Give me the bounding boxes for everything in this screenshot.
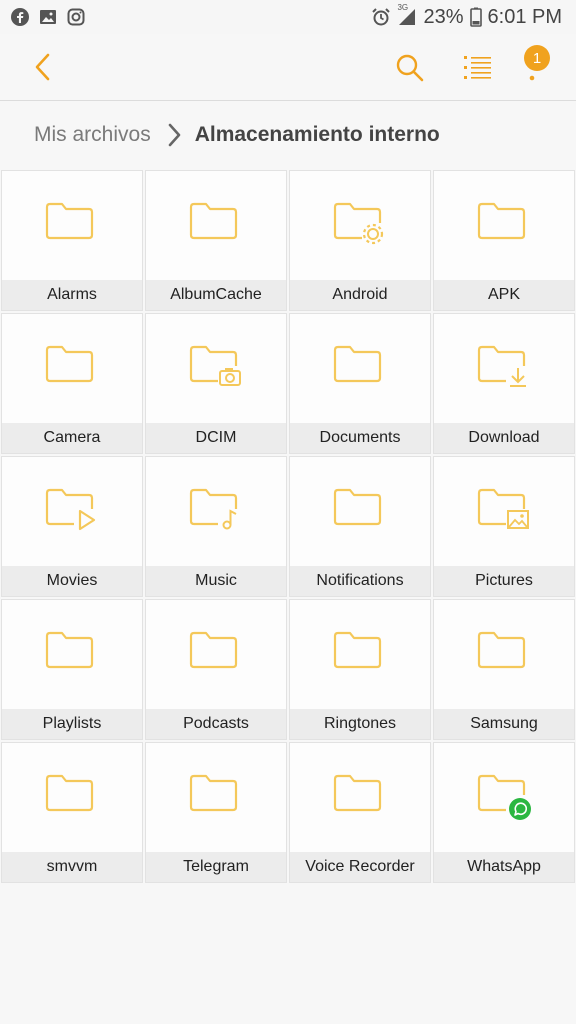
folder-camera-icon: [146, 342, 286, 390]
folder-icon: [146, 771, 286, 819]
chevron-right-icon: [167, 123, 181, 147]
folder-label: Voice Recorder: [290, 852, 430, 882]
folder-tile-notifications[interactable]: Notifications: [289, 456, 431, 597]
folder-icon: [290, 342, 430, 390]
folder-image-icon: [434, 485, 574, 533]
gallery-icon: [40, 10, 56, 24]
status-bar: 3G 23% 6:01 PM: [0, 0, 576, 34]
folder-tile-android[interactable]: Android: [289, 170, 431, 311]
breadcrumb-current: Almacenamiento interno: [194, 123, 440, 146]
folder-tile-albumcache[interactable]: AlbumCache: [145, 170, 287, 311]
folder-tile-voice-recorder[interactable]: Voice Recorder: [289, 742, 431, 883]
folder-icon: [2, 771, 142, 819]
folder-label: Camera: [2, 423, 142, 453]
folder-tile-podcasts[interactable]: Podcasts: [145, 599, 287, 740]
folder-icon: [434, 628, 574, 676]
folder-icon: [434, 199, 574, 247]
folder-icon: [290, 628, 430, 676]
folder-label: Notifications: [290, 566, 430, 596]
folder-label: Samsung: [434, 709, 574, 739]
folder-whatsapp-icon: [434, 771, 574, 820]
folder-label: Telegram: [146, 852, 286, 882]
folder-icon: [146, 628, 286, 676]
breadcrumb-root[interactable]: Mis archivos: [34, 123, 151, 147]
battery-percent: 23%: [423, 5, 464, 28]
status-system-info: 3G 23% 6:01 PM: [371, 3, 562, 29]
clock: 6:01 PM: [487, 5, 562, 28]
folder-tile-whatsapp[interactable]: WhatsApp: [433, 742, 575, 883]
folder-tile-dcim[interactable]: DCIM: [145, 313, 287, 454]
folder-label: Playlists: [2, 709, 142, 739]
folder-label: Android: [290, 280, 430, 310]
folder-icon: [2, 199, 142, 247]
battery-icon: [469, 7, 482, 27]
folder-tile-music[interactable]: Music: [145, 456, 287, 597]
view-list-button[interactable]: [458, 48, 498, 88]
folder-grid: Alarms AlbumCache Android APK Camera DCIM Docu…: [1, 170, 575, 883]
folder-icon: [146, 199, 286, 247]
back-button[interactable]: [26, 48, 60, 86]
folder-tile-playlists[interactable]: Playlists: [1, 599, 143, 740]
folder-label: smvvm: [2, 852, 142, 882]
folder-label: Download: [434, 423, 574, 453]
search-button[interactable]: [390, 48, 430, 88]
signal-icon: 3G: [397, 3, 417, 27]
folder-label: APK: [434, 280, 574, 310]
folder-tile-download[interactable]: Download: [433, 313, 575, 454]
folder-icon: [2, 342, 142, 390]
folder-tile-pictures[interactable]: Pictures: [433, 456, 575, 597]
search-icon: [396, 54, 424, 82]
breadcrumb: Mis archivos Almacenamiento interno: [0, 101, 576, 169]
app-bar: 1: [0, 34, 576, 100]
notification-badge: 1: [524, 45, 550, 71]
alarm-icon: [372, 8, 391, 26]
folder-label: Pictures: [434, 566, 574, 596]
folder-label: Ringtones: [290, 709, 430, 739]
folder-icon: [290, 485, 430, 533]
instagram-icon: [67, 8, 85, 26]
folder-music-icon: [146, 485, 286, 533]
folder-play-icon: [2, 485, 142, 533]
folder-label: Documents: [290, 423, 430, 453]
chevron-left-icon: [35, 53, 50, 81]
folder-tile-smvvm[interactable]: smvvm: [1, 742, 143, 883]
folder-icon: [2, 628, 142, 676]
folder-tile-camera[interactable]: Camera: [1, 313, 143, 454]
folder-tile-alarms[interactable]: Alarms: [1, 170, 143, 311]
folder-tile-apk[interactable]: APK: [433, 170, 575, 311]
folder-tile-ringtones[interactable]: Ringtones: [289, 599, 431, 740]
list-view-icon: [464, 56, 491, 79]
folder-tile-movies[interactable]: Movies: [1, 456, 143, 597]
folder-icon: [290, 771, 430, 819]
network-type: 3G: [397, 3, 409, 12]
folder-label: AlbumCache: [146, 280, 286, 310]
folder-download-icon: [434, 342, 574, 390]
folder-label: WhatsApp: [434, 852, 574, 882]
folder-label: DCIM: [146, 423, 286, 453]
folder-label: Podcasts: [146, 709, 286, 739]
folder-label: Alarms: [2, 280, 142, 310]
status-notification-icons: [10, 7, 86, 27]
folder-settings-icon: [290, 199, 430, 247]
folder-tile-telegram[interactable]: Telegram: [145, 742, 287, 883]
folder-label: Music: [146, 566, 286, 596]
facebook-icon: [11, 8, 29, 26]
folder-tile-documents[interactable]: Documents: [289, 313, 431, 454]
folder-label: Movies: [2, 566, 142, 596]
folder-tile-samsung[interactable]: Samsung: [433, 599, 575, 740]
